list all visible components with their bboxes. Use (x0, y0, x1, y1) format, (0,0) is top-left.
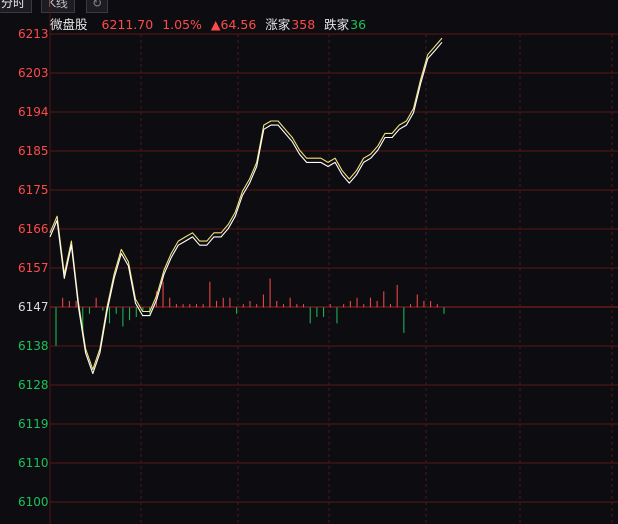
y-tick-label: 6203 (18, 66, 49, 80)
y-tick-label: 6185 (18, 144, 49, 158)
y-tick-label: 6175 (18, 183, 49, 197)
intraday-chart[interactable] (0, 0, 618, 524)
y-tick-label: 6166 (18, 222, 49, 236)
y-tick-label: 6157 (18, 261, 49, 275)
avg-price-line (49, 41, 443, 375)
y-tick-label: 6147 (18, 300, 49, 314)
price-line (49, 37, 443, 371)
y-tick-label: 6119 (18, 417, 49, 431)
y-tick-label: 6213 (18, 27, 49, 41)
y-tick-label: 6128 (18, 378, 49, 392)
y-tick-label: 6194 (18, 105, 49, 119)
y-tick-label: 6138 (18, 339, 49, 353)
y-tick-label: 6110 (18, 456, 49, 470)
y-tick-label: 6100 (18, 495, 49, 509)
